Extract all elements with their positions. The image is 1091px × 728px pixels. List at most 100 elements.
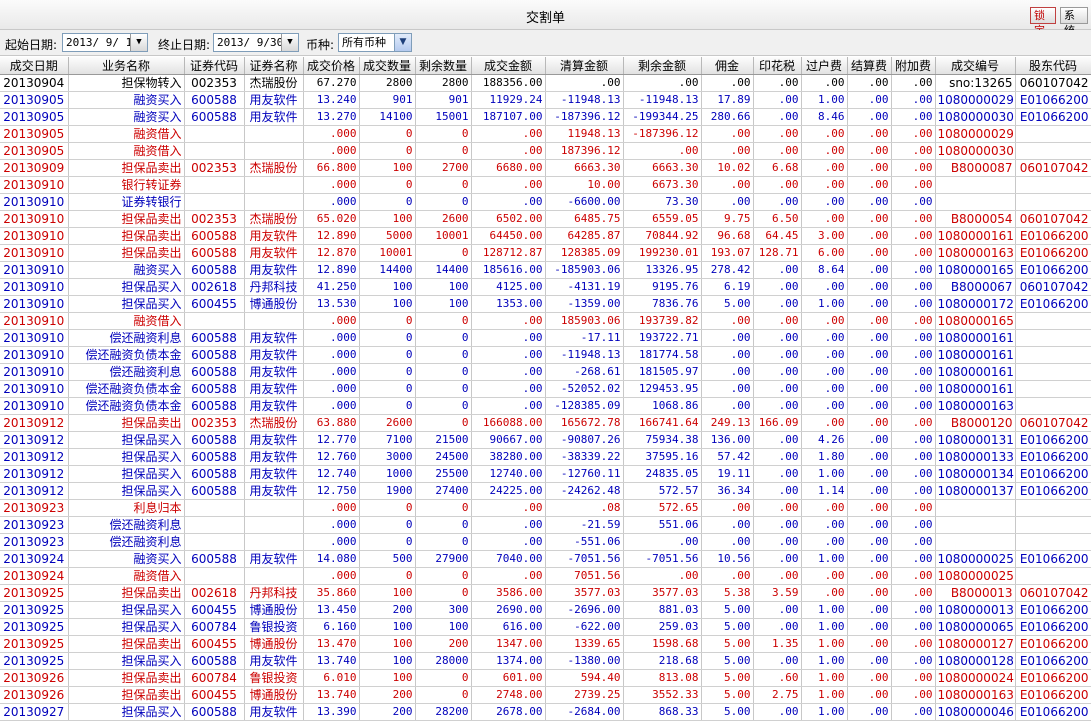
end-date-picker[interactable]: 2013/ 9/30 ▼ (213, 33, 299, 52)
table-row[interactable]: 20130905 融资借入 .000 0 0.00 11948.13 -187396.12.… (0, 125, 1091, 143)
table-row[interactable]: 20130910 偿还融资利息 600588 用友软件 .000 0 0.00 -268.61… (0, 363, 1091, 381)
table-cell: 4125.00 (471, 278, 546, 296)
table-row[interactable]: 20130923 偿还融资利息 .000 0 0.00 -21.59 551.06.00.0… (0, 516, 1091, 534)
table-row[interactable]: 20130905 融资买入 600588 用友软件 13.270 14100 15001 18… (0, 108, 1091, 126)
table-cell: .00 (471, 176, 546, 194)
column-header[interactable]: 成交编号 (935, 57, 1016, 75)
table-cell (184, 193, 245, 211)
table-cell: E01066200 (1015, 482, 1091, 500)
table-row[interactable]: 20130927 担保品买入 600588 用友软件 13.390 200 28200 267… (0, 703, 1091, 721)
column-header[interactable]: 业务名称 (68, 57, 185, 75)
table-cell: .00 (701, 74, 754, 92)
table-header: 成交日期 业务名称 证券代码 证券名称 成交价格 成交数量 剩余数量 成交金额 清算金额 剩余金额… (0, 57, 1091, 75)
chevron-down-icon[interactable]: ▼ (394, 34, 411, 51)
table-cell: 13326.95 (623, 261, 702, 279)
table-row[interactable]: 20130926 担保品卖出 600784 鲁银投资 6.010 100 0 601.00 59… (0, 669, 1091, 687)
column-header[interactable]: 过户费 (801, 57, 848, 75)
table-cell: 200 (415, 635, 472, 653)
table-cell: 193739.82 (623, 312, 702, 330)
column-header[interactable]: 成交日期 (0, 57, 69, 75)
table-cell: 0 (415, 142, 472, 160)
table-cell: .00 (847, 397, 892, 415)
table-row[interactable]: 20130904 担保物转入 002353 杰瑞股份 67.270 2800 2800 188… (0, 74, 1091, 92)
table-row[interactable]: 20130924 融资借入 .000 0 0.00 7051.56.00.00.00.00… (0, 567, 1091, 585)
table-cell: 2600 (415, 210, 472, 228)
table-row[interactable]: 20130925 担保品买入 600784 鲁银投资 6.160 100 100 616.00… (0, 618, 1091, 636)
table-row[interactable]: 20130910 担保品买入 002618 丹邦科技 41.250 100 100 4125.… (0, 278, 1091, 296)
table-row[interactable]: 20130923 偿还融资利息 .000 0 0.00 -551.06.00.00.00.… (0, 533, 1091, 551)
column-header[interactable]: 股东代码 (1015, 57, 1091, 75)
table-row[interactable]: 20130910 偿还融资负债本金 600588 用友软件 .000 0 0.00 -1283… (0, 397, 1091, 415)
column-header[interactable]: 成交数量 (359, 57, 416, 75)
table-cell: 218.68 (623, 652, 702, 670)
table-row[interactable]: 20130909 担保品卖出 002353 杰瑞股份 66.800 100 2700 6680… (0, 159, 1091, 177)
table-cell: 600588 (184, 397, 245, 415)
table-cell: 600784 (184, 618, 245, 636)
start-date-picker[interactable]: 2013/ 9/ 1 ▼ (62, 33, 148, 52)
column-header[interactable]: 成交金额 (471, 57, 546, 75)
table-row[interactable]: 20130910 融资买入 600588 用友软件 12.890 14400 14400 18… (0, 261, 1091, 279)
table-row[interactable]: 20130905 融资买入 600588 用友软件 13.240 901 901 11929.… (0, 91, 1091, 109)
lock-button[interactable]: 锁定 (1030, 7, 1056, 37)
table-row[interactable]: 20130910 偿还融资负债本金 600588 用友软件 .000 0 0.00 -1194… (0, 346, 1091, 364)
table-cell: 600588 (184, 448, 245, 466)
table-cell: 20130925 (0, 652, 69, 670)
table-cell: E01066200 (1015, 635, 1091, 653)
column-header[interactable]: 结算费 (847, 57, 892, 75)
table-cell: .00 (753, 346, 802, 364)
table-cell: .000 (303, 346, 360, 364)
table-row[interactable]: 20130910 偿还融资利息 600588 用友软件 .000 0 0.00 -17.11 1… (0, 329, 1091, 347)
table-cell: -7051.56 (545, 550, 624, 568)
table-row[interactable]: 20130926 担保品卖出 600455 博通股份 13.740 200 0 2748.00… (0, 686, 1091, 704)
table-row[interactable]: 20130910 融资借入 .000 0 0.00 185903.06 193739.82.… (0, 312, 1091, 330)
table-row[interactable]: 20130910 担保品卖出 600588 用友软件 12.890 5000 10001 64… (0, 227, 1091, 245)
table-cell: .00 (891, 210, 936, 228)
table-cell: .00 (753, 125, 802, 143)
table-row[interactable]: 20130912 担保品买入 600588 用友软件 12.750 1900 27400 24… (0, 482, 1091, 500)
table-cell: .00 (891, 686, 936, 704)
table-row[interactable]: 20130910 偿还融资负债本金 600588 用友软件 .000 0 0.00 -5205… (0, 380, 1091, 398)
column-header[interactable]: 剩余金额 (623, 57, 702, 75)
table-row[interactable]: 20130925 担保品卖出 600455 博通股份 13.470 100 200 1347.… (0, 635, 1091, 653)
table-cell: 融资借入 (68, 142, 185, 160)
table-row[interactable]: 20130912 担保品买入 600588 用友软件 12.760 3000 24500 38… (0, 448, 1091, 466)
table-row[interactable]: 20130905 融资借入 .000 0 0.00 187396.12.00.00.00.… (0, 142, 1091, 160)
currency-select[interactable]: 所有币种 ▼ (338, 33, 412, 52)
column-header[interactable]: 证券代码 (184, 57, 245, 75)
column-header[interactable]: 成交价格 (303, 57, 360, 75)
column-header[interactable]: 清算金额 (545, 57, 624, 75)
column-header[interactable]: 附加费 (891, 57, 936, 75)
table-row[interactable]: 20130910 担保品卖出 002353 杰瑞股份 65.020 100 2600 6502… (0, 210, 1091, 228)
table-cell: 0 (359, 499, 416, 517)
table-row[interactable]: 20130912 担保品买入 600588 用友软件 12.770 7100 21500 90… (0, 431, 1091, 449)
table-cell: .00 (753, 567, 802, 585)
system-button[interactable]: 系统 (1060, 7, 1088, 37)
column-header[interactable]: 证券名称 (244, 57, 304, 75)
table-row[interactable]: 20130910 担保品买入 600455 博通股份 13.530 100 100 1353.… (0, 295, 1091, 313)
table-row[interactable]: 20130925 担保品卖出 002618 丹邦科技 35.860 100 0 3586.00… (0, 584, 1091, 602)
table-cell: 5.00 (701, 669, 754, 687)
table-row[interactable]: 20130910 银行转证券 .000 0 0.00 10.00 6673.30.00.00… (0, 176, 1091, 194)
table-cell: 6559.05 (623, 210, 702, 228)
table-cell: .00 (753, 448, 802, 466)
table-row[interactable]: 20130924 融资买入 600588 用友软件 14.080 500 27900 7040… (0, 550, 1091, 568)
table-cell: .00 (847, 601, 892, 619)
table-cell: 10001 (415, 227, 472, 245)
table-cell: .00 (891, 142, 936, 160)
column-header[interactable]: 剩余数量 (415, 57, 472, 75)
chevron-down-icon[interactable]: ▼ (281, 34, 298, 51)
table-row[interactable]: 20130912 担保品卖出 002353 杰瑞股份 63.880 2600 0 166088… (0, 414, 1091, 432)
table-row[interactable]: 20130923 利息归本 .000 0 0.00.08 572.65.00.00.00.… (0, 499, 1091, 517)
table-row[interactable]: 20130925 担保品买入 600588 用友软件 13.740 100 28000 137… (0, 652, 1091, 670)
chevron-down-icon[interactable]: ▼ (130, 34, 147, 51)
table-cell: .00 (847, 91, 892, 109)
table-cell: 20130910 (0, 295, 69, 313)
table-row[interactable]: 20130925 担保品买入 600455 博通股份 13.450 200 300 2690.… (0, 601, 1091, 619)
column-header[interactable]: 印花税 (753, 57, 802, 75)
table-cell: sno:13265 (935, 74, 1016, 92)
table-cell: .00 (847, 448, 892, 466)
column-header[interactable]: 佣金 (701, 57, 754, 75)
table-row[interactable]: 20130910 担保品卖出 600588 用友软件 12.870 10001 0 12871… (0, 244, 1091, 262)
table-row[interactable]: 20130910 证券转银行 .000 0 0.00 -6600.00 73.30.00.0… (0, 193, 1091, 211)
table-row[interactable]: 20130912 担保品买入 600588 用友软件 12.740 1000 25500 12… (0, 465, 1091, 483)
